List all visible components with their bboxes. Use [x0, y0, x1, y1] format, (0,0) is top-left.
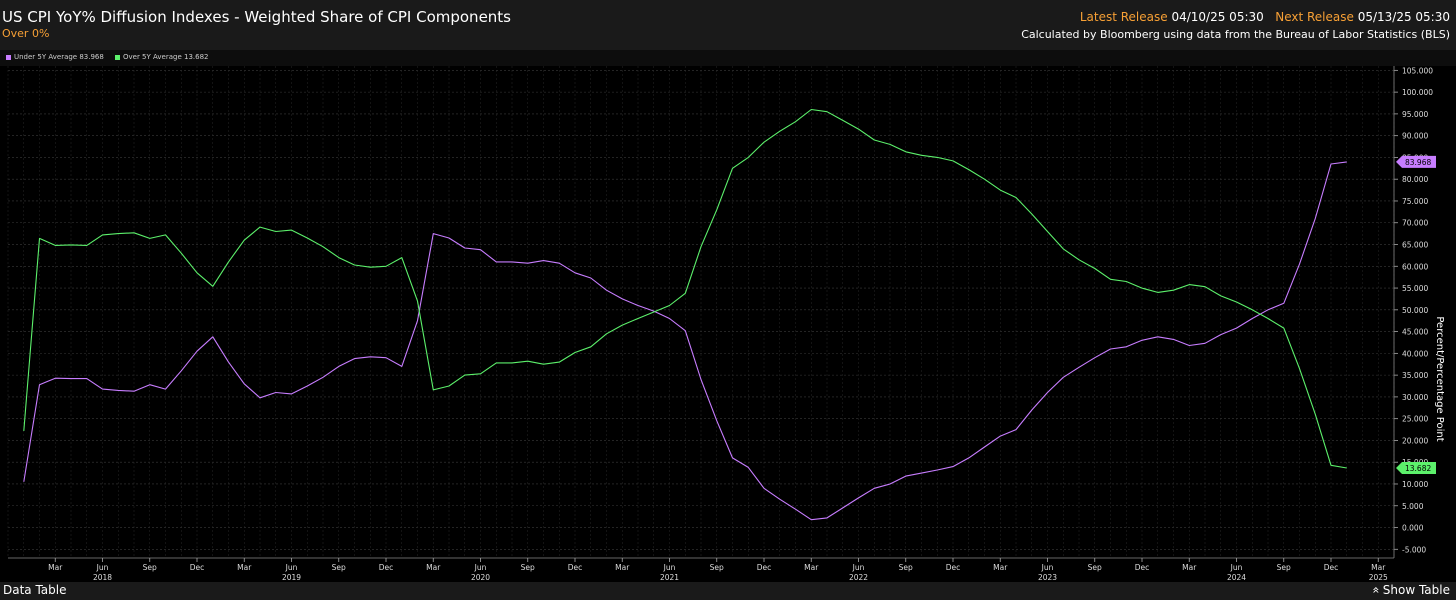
- x-tick-label: Mar: [1371, 563, 1386, 572]
- x-tick-label: Jun: [285, 563, 298, 572]
- x-tick-label: Sep: [143, 563, 157, 572]
- legend: Under 5Y Average 83.968 Over 5Y Average …: [0, 50, 1456, 66]
- x-tick-label: Dec: [1135, 563, 1150, 572]
- y-tick-label: 105.000: [1402, 66, 1433, 75]
- y-tick-label: 10.000: [1402, 480, 1428, 489]
- y-tick-label: 25.000: [1402, 415, 1428, 424]
- x-tick-label: Jun: [1041, 563, 1054, 572]
- legend-label-under: Under 5Y Average 83.968: [14, 53, 104, 61]
- y-tick-label: -5.000: [1402, 545, 1426, 554]
- last-value-label-over: 13.682: [1405, 464, 1431, 473]
- data-table-label: Data Table: [3, 583, 67, 597]
- y-tick-label: 40.000: [1402, 349, 1428, 358]
- x-tick-label: Jun: [852, 563, 865, 572]
- x-year-label: 2020: [471, 573, 490, 582]
- latest-release-value: 04/10/25 05:30: [1171, 10, 1264, 24]
- y-tick-label: 60.000: [1402, 262, 1428, 271]
- x-tick-label: Dec: [568, 563, 583, 572]
- x-year-label: 2025: [1369, 573, 1388, 582]
- y-tick-label: 100.000: [1402, 88, 1433, 97]
- x-tick-label: Jun: [474, 563, 487, 572]
- header-bar: US CPI YoY% Diffusion Indexes - Weighted…: [0, 0, 1456, 50]
- x-tick-label: Mar: [48, 563, 63, 572]
- x-tick-label: Jun: [1230, 563, 1243, 572]
- next-release-value: 05/13/25 05:30: [1357, 10, 1450, 24]
- x-tick-label: Mar: [1182, 563, 1197, 572]
- chart-subtitle: Over 0%: [2, 27, 50, 40]
- legend-swatch-over: [115, 54, 120, 60]
- next-release-label: Next Release: [1275, 10, 1354, 24]
- chart-area[interactable]: -5.0000.0005.00010.00015.00020.00025.000…: [0, 66, 1456, 582]
- y-tick-label: 50.000: [1402, 306, 1428, 315]
- y-tick-label: 75.000: [1402, 197, 1428, 206]
- y-tick-label: 45.000: [1402, 328, 1428, 337]
- y-tick-label: 20.000: [1402, 436, 1428, 445]
- source-note: Calculated by Bloomberg using data from …: [1021, 28, 1450, 41]
- latest-release-label: Latest Release: [1079, 10, 1168, 24]
- footer-bar: Data Table »Show Table: [0, 582, 1456, 600]
- x-year-label: 2021: [660, 573, 679, 582]
- x-tick-label: Dec: [190, 563, 205, 572]
- y-tick-label: 80.000: [1402, 175, 1428, 184]
- show-table-label: Show Table: [1382, 583, 1450, 597]
- y-tick-label: 95.000: [1402, 110, 1428, 119]
- y-axis-title: Percent/Percentage Point: [1434, 316, 1445, 441]
- x-tick-label: Mar: [993, 563, 1008, 572]
- x-year-label: 2018: [93, 573, 112, 582]
- x-tick-label: Sep: [1277, 563, 1291, 572]
- legend-label-over: Over 5Y Average 13.682: [123, 53, 209, 61]
- x-year-label: 2019: [282, 573, 301, 582]
- y-tick-label: 35.000: [1402, 371, 1428, 380]
- x-tick-label: Sep: [710, 563, 724, 572]
- y-tick-label: 65.000: [1402, 241, 1428, 250]
- show-table-button[interactable]: »Show Table: [1369, 583, 1450, 597]
- x-tick-label: Sep: [899, 563, 913, 572]
- x-tick-label: Mar: [237, 563, 252, 572]
- x-year-label: 2024: [1227, 573, 1246, 582]
- x-tick-label: Jun: [663, 563, 676, 572]
- x-tick-label: Dec: [1324, 563, 1339, 572]
- x-tick-label: Jun: [96, 563, 109, 572]
- x-year-label: 2022: [849, 573, 868, 582]
- legend-swatch-under: [6, 54, 11, 60]
- double-chevron-up-icon: »: [1369, 586, 1384, 594]
- x-tick-label: Dec: [757, 563, 772, 572]
- y-tick-label: 5.000: [1402, 502, 1424, 511]
- y-tick-label: 70.000: [1402, 219, 1428, 228]
- y-tick-label: 0.000: [1402, 524, 1424, 533]
- x-tick-label: Sep: [332, 563, 346, 572]
- release-info: Latest Release 04/10/25 05:30 Next Relea…: [1080, 10, 1450, 24]
- x-tick-label: Sep: [1088, 563, 1102, 572]
- x-tick-label: Mar: [426, 563, 441, 572]
- last-value-label-under: 83.968: [1405, 158, 1431, 167]
- chart-title: US CPI YoY% Diffusion Indexes - Weighted…: [2, 8, 511, 26]
- legend-item-under[interactable]: Under 5Y Average 83.968: [6, 53, 104, 61]
- y-tick-label: 55.000: [1402, 284, 1428, 293]
- y-tick-label: 30.000: [1402, 393, 1428, 402]
- x-tick-label: Dec: [946, 563, 961, 572]
- y-tick-label: 90.000: [1402, 132, 1428, 141]
- x-tick-label: Mar: [804, 563, 819, 572]
- x-tick-label: Dec: [379, 563, 394, 572]
- x-tick-label: Mar: [615, 563, 630, 572]
- chart-background: [0, 66, 1456, 582]
- legend-item-over[interactable]: Over 5Y Average 13.682: [115, 53, 208, 61]
- x-tick-label: Sep: [521, 563, 535, 572]
- x-year-label: 2023: [1038, 573, 1057, 582]
